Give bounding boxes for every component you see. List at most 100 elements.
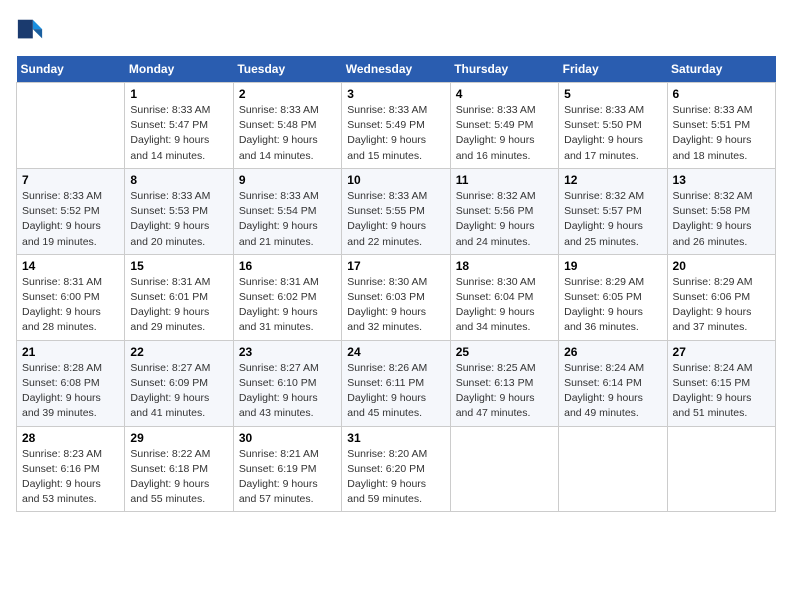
weekday-wednesday: Wednesday bbox=[342, 56, 450, 83]
day-info: Sunrise: 8:29 AM Sunset: 6:06 PM Dayligh… bbox=[673, 275, 770, 336]
day-number: 14 bbox=[22, 259, 119, 273]
day-number: 10 bbox=[347, 173, 444, 187]
calendar-cell: 30 Sunrise: 8:21 AM Sunset: 6:19 PM Dayli… bbox=[233, 426, 341, 512]
calendar-week-row: 21 Sunrise: 8:28 AM Sunset: 6:08 PM Dayli… bbox=[17, 340, 776, 426]
day-number: 11 bbox=[456, 173, 553, 187]
day-info: Sunrise: 8:33 AM Sunset: 5:48 PM Dayligh… bbox=[239, 103, 336, 164]
day-info: Sunrise: 8:27 AM Sunset: 6:10 PM Dayligh… bbox=[239, 361, 336, 422]
calendar-cell: 17Sunrise: 8:30 AM Sunset: 6:03 PM Dayli… bbox=[342, 254, 450, 340]
day-number: 19 bbox=[564, 259, 661, 273]
calendar-cell: 25 Sunrise: 8:25 AM Sunset: 6:13 PM Dayli… bbox=[450, 340, 558, 426]
day-info: Sunrise: 8:33 AM Sunset: 5:47 PM Dayligh… bbox=[130, 103, 227, 164]
calendar-cell bbox=[450, 426, 558, 512]
day-number: 27 bbox=[673, 345, 770, 359]
day-info: Sunrise: 8:32 AM Sunset: 5:58 PM Dayligh… bbox=[673, 189, 770, 250]
day-number: 15 bbox=[130, 259, 227, 273]
day-number: 25 bbox=[456, 345, 553, 359]
day-info: Sunrise: 8:28 AM Sunset: 6:08 PM Dayligh… bbox=[22, 361, 119, 422]
day-info: Sunrise: 8:29 AM Sunset: 6:05 PM Dayligh… bbox=[564, 275, 661, 336]
day-number: 6 bbox=[673, 87, 770, 101]
day-number: 24 bbox=[347, 345, 444, 359]
calendar-cell: 14 Sunrise: 8:31 AM Sunset: 6:00 PM Dayli… bbox=[17, 254, 125, 340]
calendar-cell: 10 Sunrise: 8:33 AM Sunset: 5:55 PM Dayli… bbox=[342, 168, 450, 254]
day-number: 12 bbox=[564, 173, 661, 187]
day-info: Sunrise: 8:32 AM Sunset: 5:57 PM Dayligh… bbox=[564, 189, 661, 250]
calendar-cell: 28 Sunrise: 8:23 AM Sunset: 6:16 PM Dayli… bbox=[17, 426, 125, 512]
calendar-cell: 20 Sunrise: 8:29 AM Sunset: 6:06 PM Dayli… bbox=[667, 254, 775, 340]
calendar-body: 1 Sunrise: 8:33 AM Sunset: 5:47 PM Daylig… bbox=[17, 83, 776, 512]
weekday-header-row: SundayMondayTuesdayWednesdayThursdayFrid… bbox=[17, 56, 776, 83]
day-info: Sunrise: 8:23 AM Sunset: 6:16 PM Dayligh… bbox=[22, 447, 119, 508]
day-info: Sunrise: 8:24 AM Sunset: 6:14 PM Dayligh… bbox=[564, 361, 661, 422]
calendar-cell: 5Sunrise: 8:33 AM Sunset: 5:50 PM Daylig… bbox=[559, 83, 667, 169]
weekday-tuesday: Tuesday bbox=[233, 56, 341, 83]
day-number: 20 bbox=[673, 259, 770, 273]
calendar-cell: 19 Sunrise: 8:29 AM Sunset: 6:05 PM Dayli… bbox=[559, 254, 667, 340]
day-info: Sunrise: 8:20 AM Sunset: 6:20 PM Dayligh… bbox=[347, 447, 444, 508]
day-number: 30 bbox=[239, 431, 336, 445]
calendar-cell: 22 Sunrise: 8:27 AM Sunset: 6:09 PM Dayli… bbox=[125, 340, 233, 426]
weekday-sunday: Sunday bbox=[17, 56, 125, 83]
calendar-cell bbox=[559, 426, 667, 512]
day-info: Sunrise: 8:27 AM Sunset: 6:09 PM Dayligh… bbox=[130, 361, 227, 422]
day-info: Sunrise: 8:31 AM Sunset: 6:01 PM Dayligh… bbox=[130, 275, 227, 336]
calendar-cell: 7 Sunrise: 8:33 AM Sunset: 5:52 PM Daylig… bbox=[17, 168, 125, 254]
day-info: Sunrise: 8:33 AM Sunset: 5:50 PM Dayligh… bbox=[564, 103, 661, 164]
day-info: Sunrise: 8:26 AM Sunset: 6:11 PM Dayligh… bbox=[347, 361, 444, 422]
day-info: Sunrise: 8:33 AM Sunset: 5:54 PM Dayligh… bbox=[239, 189, 336, 250]
calendar-cell: 12 Sunrise: 8:32 AM Sunset: 5:57 PM Dayli… bbox=[559, 168, 667, 254]
calendar-cell: 31 Sunrise: 8:20 AM Sunset: 6:20 PM Dayli… bbox=[342, 426, 450, 512]
day-number: 22 bbox=[130, 345, 227, 359]
day-number: 2 bbox=[239, 87, 336, 101]
day-info: Sunrise: 8:33 AM Sunset: 5:49 PM Dayligh… bbox=[347, 103, 444, 164]
weekday-monday: Monday bbox=[125, 56, 233, 83]
weekday-friday: Friday bbox=[559, 56, 667, 83]
day-number: 23 bbox=[239, 345, 336, 359]
calendar-cell: 16 Sunrise: 8:31 AM Sunset: 6:02 PM Dayli… bbox=[233, 254, 341, 340]
day-number: 16 bbox=[239, 259, 336, 273]
day-number: 4 bbox=[456, 87, 553, 101]
calendar-cell: 11 Sunrise: 8:32 AM Sunset: 5:56 PM Dayli… bbox=[450, 168, 558, 254]
day-number: 21 bbox=[22, 345, 119, 359]
day-info: Sunrise: 8:33 AM Sunset: 5:53 PM Dayligh… bbox=[130, 189, 227, 250]
day-info: Sunrise: 8:33 AM Sunset: 5:49 PM Dayligh… bbox=[456, 103, 553, 164]
calendar-cell: 26Sunrise: 8:24 AM Sunset: 6:14 PM Dayli… bbox=[559, 340, 667, 426]
calendar-cell: 18Sunrise: 8:30 AM Sunset: 6:04 PM Dayli… bbox=[450, 254, 558, 340]
calendar-week-row: 7 Sunrise: 8:33 AM Sunset: 5:52 PM Daylig… bbox=[17, 168, 776, 254]
logo-icon bbox=[16, 16, 44, 44]
day-info: Sunrise: 8:33 AM Sunset: 5:55 PM Dayligh… bbox=[347, 189, 444, 250]
day-info: Sunrise: 8:21 AM Sunset: 6:19 PM Dayligh… bbox=[239, 447, 336, 508]
day-info: Sunrise: 8:24 AM Sunset: 6:15 PM Dayligh… bbox=[673, 361, 770, 422]
calendar-cell bbox=[667, 426, 775, 512]
day-info: Sunrise: 8:30 AM Sunset: 6:03 PM Dayligh… bbox=[347, 275, 444, 336]
calendar-cell: 8Sunrise: 8:33 AM Sunset: 5:53 PM Daylig… bbox=[125, 168, 233, 254]
day-info: Sunrise: 8:22 AM Sunset: 6:18 PM Dayligh… bbox=[130, 447, 227, 508]
calendar-cell: 4 Sunrise: 8:33 AM Sunset: 5:49 PM Daylig… bbox=[450, 83, 558, 169]
day-number: 1 bbox=[130, 87, 227, 101]
day-number: 28 bbox=[22, 431, 119, 445]
calendar-cell: 29Sunrise: 8:22 AM Sunset: 6:18 PM Dayli… bbox=[125, 426, 233, 512]
calendar-cell: 3 Sunrise: 8:33 AM Sunset: 5:49 PM Daylig… bbox=[342, 83, 450, 169]
calendar-table: SundayMondayTuesdayWednesdayThursdayFrid… bbox=[16, 56, 776, 512]
day-number: 13 bbox=[673, 173, 770, 187]
day-info: Sunrise: 8:32 AM Sunset: 5:56 PM Dayligh… bbox=[456, 189, 553, 250]
calendar-cell: 23 Sunrise: 8:27 AM Sunset: 6:10 PM Dayli… bbox=[233, 340, 341, 426]
calendar-cell: 13 Sunrise: 8:32 AM Sunset: 5:58 PM Dayli… bbox=[667, 168, 775, 254]
day-number: 3 bbox=[347, 87, 444, 101]
calendar-cell: 24 Sunrise: 8:26 AM Sunset: 6:11 PM Dayli… bbox=[342, 340, 450, 426]
logo bbox=[16, 16, 46, 44]
day-info: Sunrise: 8:25 AM Sunset: 6:13 PM Dayligh… bbox=[456, 361, 553, 422]
day-info: Sunrise: 8:33 AM Sunset: 5:52 PM Dayligh… bbox=[22, 189, 119, 250]
day-info: Sunrise: 8:31 AM Sunset: 6:02 PM Dayligh… bbox=[239, 275, 336, 336]
day-info: Sunrise: 8:33 AM Sunset: 5:51 PM Dayligh… bbox=[673, 103, 770, 164]
day-number: 9 bbox=[239, 173, 336, 187]
day-number: 7 bbox=[22, 173, 119, 187]
weekday-thursday: Thursday bbox=[450, 56, 558, 83]
calendar-cell: 15 Sunrise: 8:31 AM Sunset: 6:01 PM Dayli… bbox=[125, 254, 233, 340]
day-number: 31 bbox=[347, 431, 444, 445]
day-info: Sunrise: 8:31 AM Sunset: 6:00 PM Dayligh… bbox=[22, 275, 119, 336]
calendar-cell: 21 Sunrise: 8:28 AM Sunset: 6:08 PM Dayli… bbox=[17, 340, 125, 426]
day-info: Sunrise: 8:30 AM Sunset: 6:04 PM Dayligh… bbox=[456, 275, 553, 336]
calendar-cell: 2 Sunrise: 8:33 AM Sunset: 5:48 PM Daylig… bbox=[233, 83, 341, 169]
calendar-cell: 9 Sunrise: 8:33 AM Sunset: 5:54 PM Daylig… bbox=[233, 168, 341, 254]
